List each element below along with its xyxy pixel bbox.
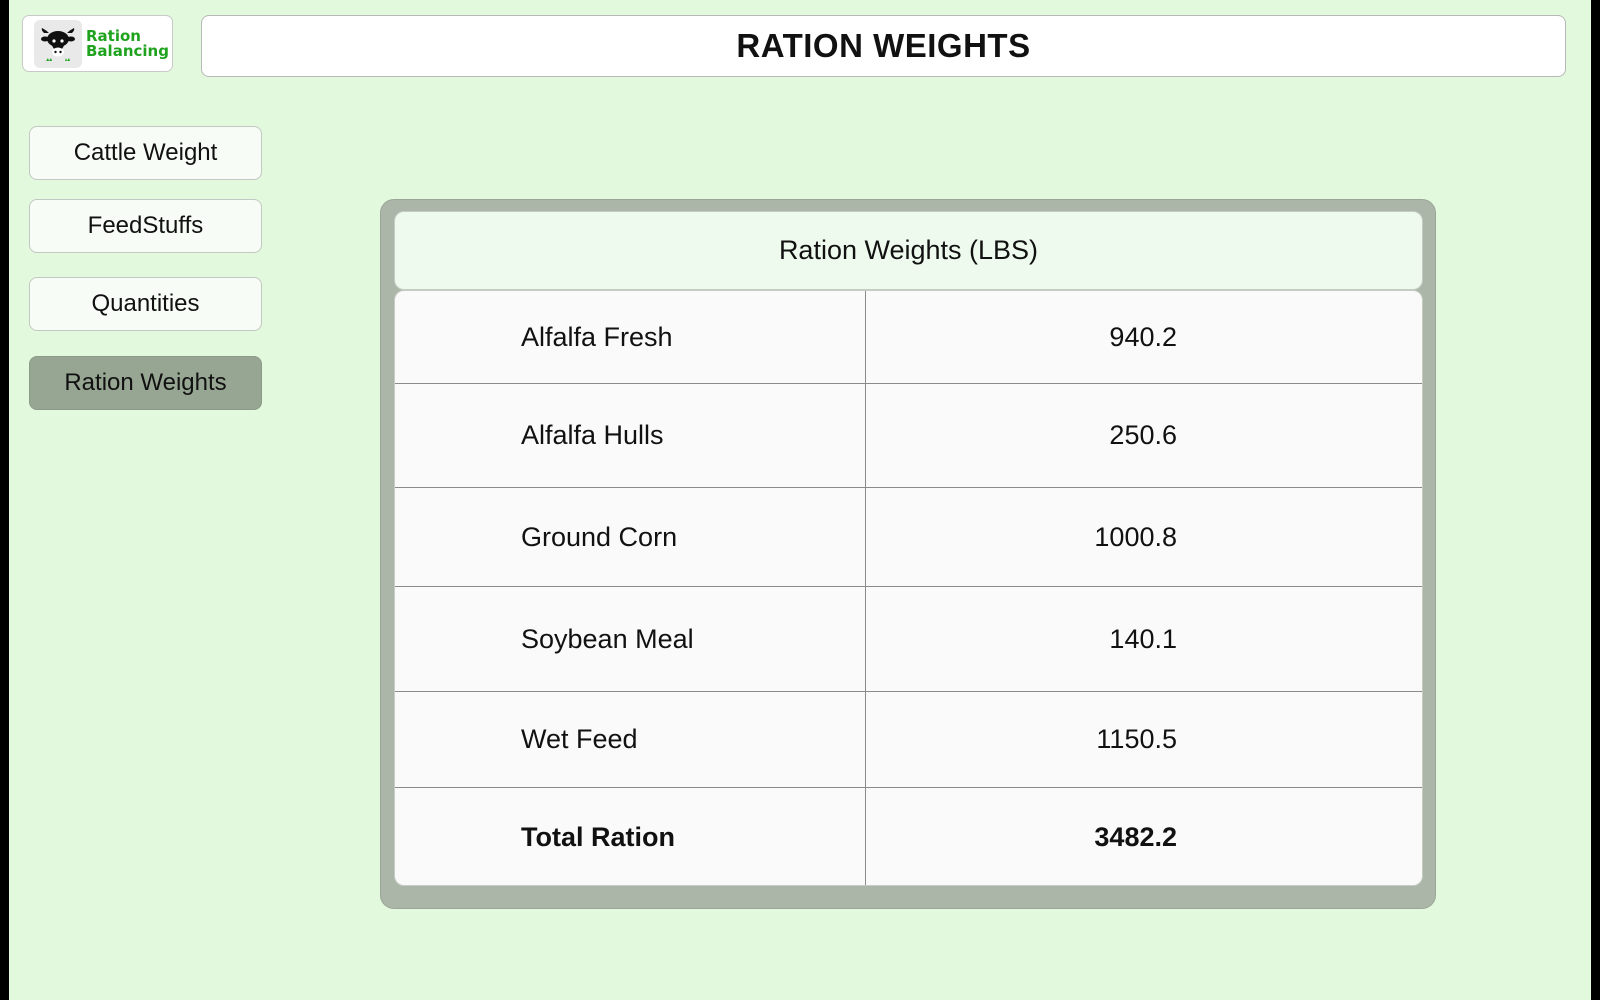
feed-weight: 250.6	[1109, 420, 1177, 450]
total-label: Total Ration	[395, 788, 866, 885]
table-title: Ration Weights (LBS)	[394, 211, 1423, 290]
logo-line-2: Balancing	[86, 41, 169, 60]
table-row: Ground Corn 1000.8	[395, 488, 1422, 587]
nav-ration-weights[interactable]: Ration Weights	[29, 356, 262, 410]
app-logo[interactable]: Ration Balancing	[22, 15, 173, 72]
total-weight: 3482.2	[1094, 822, 1177, 852]
page-title-bar: RATION WEIGHTS	[201, 15, 1566, 77]
total-row: Total Ration 3482.2	[395, 788, 1422, 885]
table-row: Wet Feed 1150.5	[395, 692, 1422, 788]
ration-weights-panel: Ration Weights (LBS) Alfalfa Fresh 940.2…	[380, 199, 1436, 909]
cow-icon	[34, 19, 82, 68]
logo-text: Ration Balancing	[86, 28, 169, 60]
table-row: Alfalfa Fresh 940.2	[395, 291, 1422, 384]
table-row: Soybean Meal 140.1	[395, 587, 1422, 692]
left-edge-bar	[0, 0, 9, 1000]
feed-weight: 1000.8	[1094, 521, 1177, 552]
ration-weights-table: Alfalfa Fresh 940.2 Alfalfa Hulls 250.6 …	[394, 290, 1423, 886]
page-title: RATION WEIGHTS	[736, 27, 1031, 64]
feed-name: Ground Corn	[395, 488, 866, 586]
feed-weight: 140.1	[1109, 623, 1177, 654]
nav-quantities[interactable]: Quantities	[29, 277, 262, 331]
feed-weight: 1150.5	[1096, 724, 1177, 754]
nav-feedstuffs[interactable]: FeedStuffs	[29, 199, 262, 253]
feed-name: Alfalfa Hulls	[395, 384, 866, 487]
right-edge-bar	[1591, 0, 1600, 1000]
table-row: Alfalfa Hulls 250.6	[395, 384, 1422, 488]
feed-name: Alfalfa Fresh	[395, 291, 866, 383]
feed-name: Wet Feed	[395, 692, 866, 787]
nav-cattle-weight[interactable]: Cattle Weight	[29, 126, 262, 180]
feed-name: Soybean Meal	[395, 587, 866, 691]
feed-weight: 940.2	[1109, 321, 1177, 352]
